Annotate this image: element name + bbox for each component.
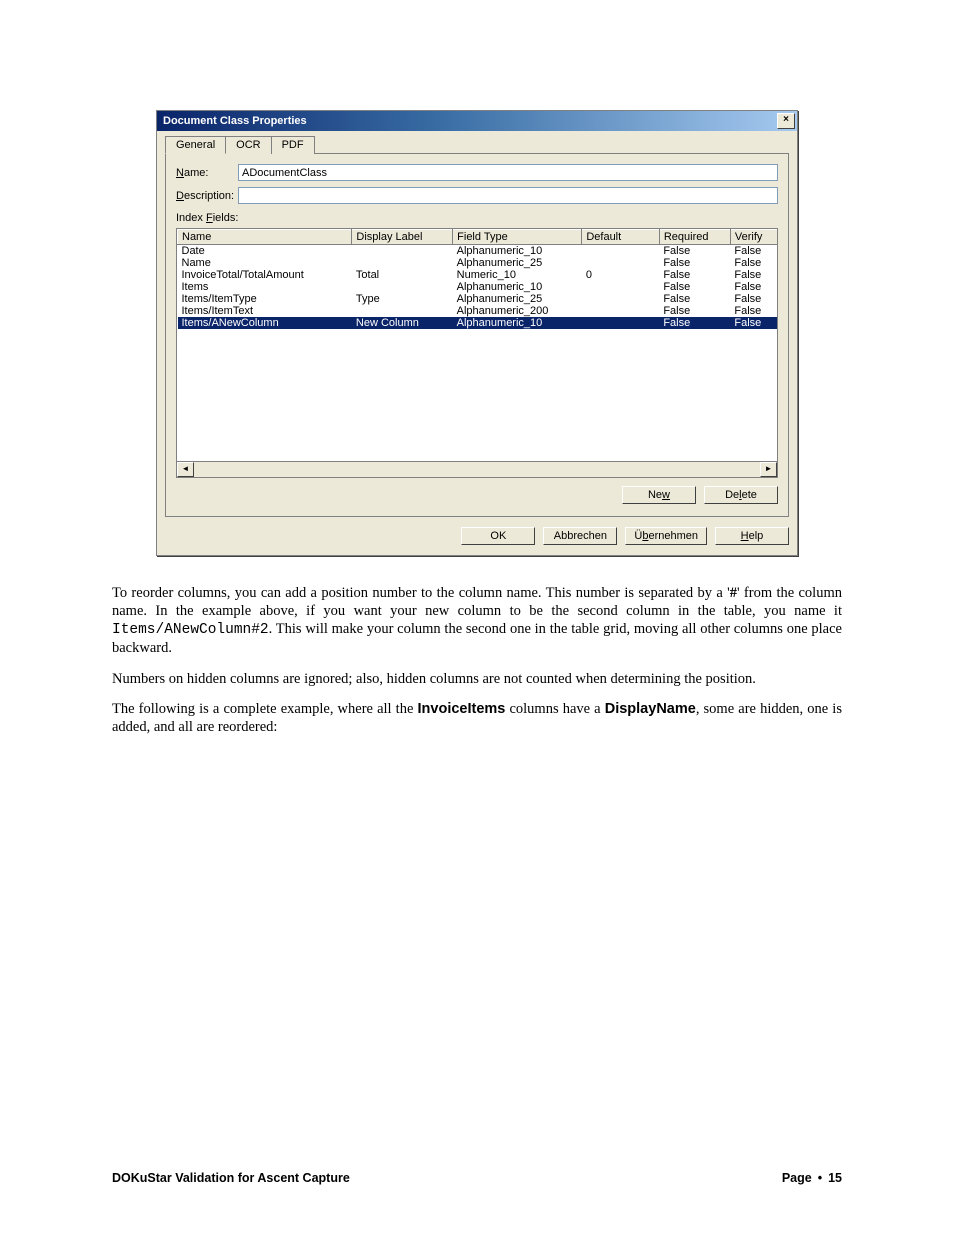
table-row[interactable]: Items/ItemTypeTypeAlphanumeric_25FalseFa… <box>178 293 779 305</box>
ok-button[interactable]: OK <box>461 527 535 545</box>
name-label: Name: <box>176 167 238 179</box>
table-row[interactable]: Items/ANewColumnNew ColumnAlphanumeric_1… <box>178 317 779 329</box>
paragraph-hidden-note: Numbers on hidden columns are ignored; a… <box>112 670 842 688</box>
index-fields-label: Index Fields: <box>176 212 778 224</box>
tab-ocr[interactable]: OCR <box>225 136 271 154</box>
description-label: Description: <box>176 190 238 202</box>
new-button[interactable]: New <box>622 486 696 504</box>
grid-header-row: Name Display Label Field Type Default Re… <box>178 230 779 245</box>
col-verify[interactable]: Verify <box>730 230 778 245</box>
col-required[interactable]: Required <box>659 230 730 245</box>
delete-button[interactable]: Delete <box>704 486 778 504</box>
cancel-button[interactable]: Abbrechen <box>543 527 617 545</box>
horizontal-scrollbar[interactable]: ◄ ► <box>177 461 777 477</box>
apply-button[interactable]: Übernehmen <box>625 527 707 545</box>
tab-page-general: Name: Description: Index Fields: <box>165 153 789 517</box>
paragraph-reorder: To reorder columns, you can add a positi… <box>112 584 842 658</box>
page-number: Page•15 <box>782 1171 842 1185</box>
close-icon[interactable]: × <box>777 113 795 129</box>
scroll-right-icon[interactable]: ► <box>760 462 777 477</box>
tab-general[interactable]: General <box>165 136 226 154</box>
col-display-label[interactable]: Display Label <box>352 230 453 245</box>
help-button[interactable]: Help <box>715 527 789 545</box>
document-class-properties-dialog: Document Class Properties × General OCR … <box>156 110 798 556</box>
tab-pdf[interactable]: PDF <box>271 136 315 154</box>
dialog-titlebar[interactable]: Document Class Properties × <box>157 111 797 131</box>
index-fields-grid[interactable]: Name Display Label Field Type Default Re… <box>176 228 778 478</box>
footer-title: DOKuStar Validation for Ascent Capture <box>112 1171 350 1185</box>
table-row[interactable]: NameAlphanumeric_25FalseFalseFalseTrueFa <box>178 257 779 269</box>
table-row[interactable]: InvoiceTotal/TotalAmountTotalNumeric_100… <box>178 269 779 281</box>
table-row[interactable]: DateAlphanumeric_10FalseFalseFalseFalseF… <box>178 245 779 258</box>
dialog-title: Document Class Properties <box>163 115 307 127</box>
table-row[interactable]: Items/ItemTextAlphanumeric_200FalseFalse… <box>178 305 779 317</box>
tab-strip: General OCR PDF <box>165 135 789 153</box>
table-row[interactable]: ItemsAlphanumeric_10FalseFalseFalseFalse… <box>178 281 779 293</box>
col-field-type[interactable]: Field Type <box>453 230 582 245</box>
page-footer: DOKuStar Validation for Ascent Capture P… <box>112 1171 842 1185</box>
col-default[interactable]: Default <box>582 230 660 245</box>
paragraph-example-intro: The following is a complete example, whe… <box>112 700 842 736</box>
scroll-left-icon[interactable]: ◄ <box>177 462 194 477</box>
name-field[interactable] <box>238 164 778 181</box>
col-name[interactable]: Name <box>178 230 352 245</box>
description-field[interactable] <box>238 187 778 204</box>
